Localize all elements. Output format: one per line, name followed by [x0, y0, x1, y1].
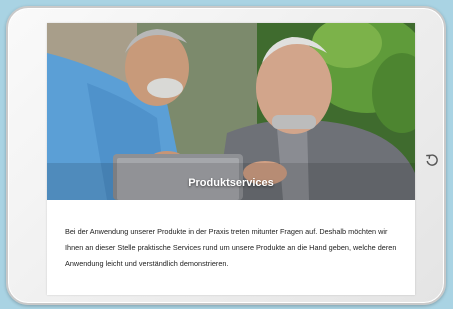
hero-photo — [47, 23, 415, 200]
content-card: Produktservices Bei der Anwendung unsere… — [47, 23, 415, 295]
hero-image: Produktservices — [47, 23, 415, 200]
hero-title: Produktservices — [188, 177, 274, 189]
home-button[interactable] — [423, 151, 441, 169]
service-description: Bei der Anwendung unserer Produkte in de… — [65, 227, 397, 268]
rotate-icon — [426, 154, 438, 166]
